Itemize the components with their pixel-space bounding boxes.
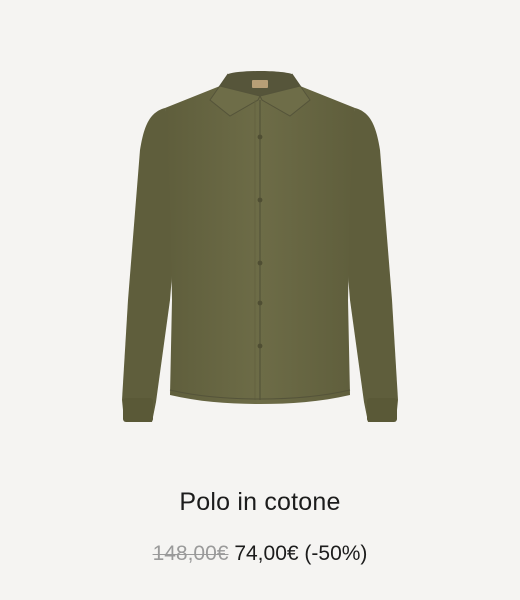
- original-price: 148,00€: [152, 542, 229, 565]
- collar-label: [252, 80, 268, 88]
- product-card[interactable]: Polo in cotone 148,00€ 74,00€ (-50%): [0, 0, 520, 600]
- sale-price: 74,00€: [234, 542, 299, 565]
- product-title[interactable]: Polo in cotone: [0, 488, 520, 517]
- left-cuff: [123, 398, 153, 422]
- discount-badge: (-50%): [304, 542, 368, 565]
- price-row: 148,00€ 74,00€ (-50%): [0, 542, 520, 566]
- right-cuff: [367, 398, 397, 422]
- product-image[interactable]: [0, 0, 520, 470]
- polo-shirt-image: [122, 71, 398, 422]
